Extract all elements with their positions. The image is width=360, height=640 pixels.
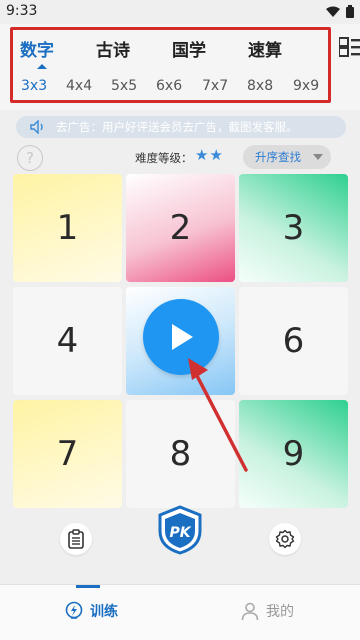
status-time: 9:33 [6,3,38,19]
difficulty-stars: ★★ [195,146,224,164]
category-tab-numbers[interactable]: 数字 [20,36,54,61]
settings-button[interactable] [269,523,301,555]
dropdown-arrow-icon [313,154,323,160]
size-tab-7x7[interactable]: 7x7 [202,78,228,94]
cell-number: 7 [56,434,79,474]
records-button[interactable] [60,523,92,555]
pk-icon[interactable]: PK [156,505,204,555]
sort-dropdown[interactable]: 升序查找 [243,145,331,169]
tab-training[interactable]: 训练 [64,601,118,621]
tab-mine-label: 我的 [266,604,294,620]
category-tab-speed-calc[interactable]: 速算 [248,36,282,61]
size-tab-3x3[interactable]: 3x3 [21,78,47,94]
size-tab-4x4[interactable]: 4x4 [66,78,92,94]
status-icons [326,5,354,18]
ad-notice-bar[interactable]: 去广告：用户好评送会员去广告，截图发客服。 [16,116,346,138]
cell-number: 9 [282,434,305,474]
menu-icon[interactable] [339,37,360,57]
svg-text:PK: PK [169,525,191,541]
grid-cell-7[interactable]: 7 [13,400,122,508]
wifi-icon [326,6,340,17]
tab-mine[interactable]: 我的 [240,601,294,621]
sort-dropdown-label: 升序查找 [255,150,301,164]
size-tab-8x8[interactable]: 8x8 [247,78,273,94]
ad-notice-text: 去广告：用户好评送会员去广告，截图发客服。 [56,120,298,134]
brain-icon [65,601,83,619]
help-button[interactable]: ? [17,145,43,171]
annotation-arrow [188,358,248,472]
active-size-underline [22,100,44,102]
cell-number: 3 [282,208,305,248]
status-bar: 9:33 [0,0,360,24]
help-glyph: ? [26,149,34,167]
cell-number: 2 [169,208,192,248]
category-tab-poems[interactable]: 古诗 [96,36,130,61]
grid-cell-1[interactable]: 1 [13,174,122,282]
size-tab-6x6[interactable]: 6x6 [156,78,182,94]
category-tab-guoxue[interactable]: 国学 [172,36,206,61]
grid-cell-2[interactable]: 2 [126,174,235,282]
cell-number: 4 [56,321,79,361]
size-tab-9x9[interactable]: 9x9 [293,78,319,94]
grid-cell-3[interactable]: 3 [239,174,348,282]
difficulty-label: 难度等级： [135,151,193,165]
tab-training-label: 训练 [90,604,118,620]
speaker-icon [30,120,43,134]
play-icon [172,324,193,350]
size-tab-5x5[interactable]: 5x5 [111,78,137,94]
grid-cell-4[interactable]: 4 [13,287,122,395]
cell-number: 1 [56,208,79,248]
gear-icon [275,529,295,549]
user-icon [241,602,259,621]
battery-icon [346,5,354,18]
clipboard-icon [68,529,84,549]
active-tab-indicator [76,585,100,588]
bottom-tab-bar: 训练 我的 [0,584,360,640]
cell-number: 6 [282,321,305,361]
active-category-caret [37,64,47,69]
